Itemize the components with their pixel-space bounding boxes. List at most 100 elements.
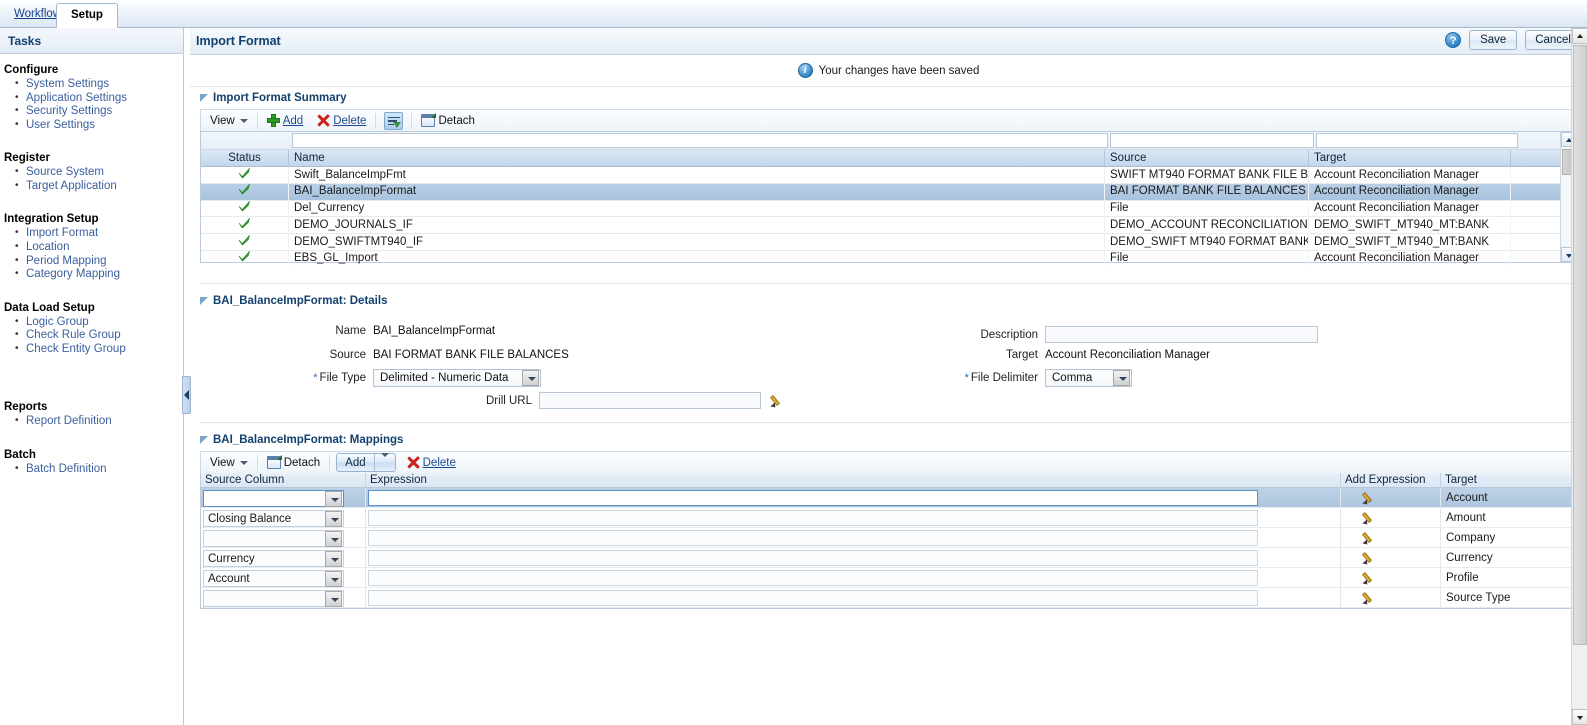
save-button[interactable]: Save — [1469, 30, 1518, 50]
expression-input[interactable] — [368, 550, 1258, 566]
column-header-source[interactable]: Source — [1105, 149, 1309, 167]
mappings-view-menu[interactable]: View — [203, 453, 255, 473]
cell-expression[interactable] — [366, 488, 1341, 508]
table-row[interactable]: BAI_BalanceImpFormat BAI FORMAT BANK FIL… — [201, 183, 1576, 201]
sidebar-item-location[interactable]: Location — [26, 241, 69, 253]
cell-expression[interactable] — [366, 508, 1341, 528]
table-row[interactable]: Account Profile — [201, 568, 1576, 588]
table-row[interactable]: Swift_BalanceImpFmt SWIFT MT940 FORMAT B… — [201, 167, 1576, 184]
filter-cell-name[interactable] — [292, 132, 1108, 149]
source-column-select[interactable] — [203, 530, 344, 547]
page-scroll-down-button[interactable] — [1572, 709, 1587, 725]
sidebar-item-security-settings[interactable]: Security Settings — [26, 105, 112, 117]
filter-cell-source[interactable] — [1110, 132, 1314, 149]
sidebar-item-target-application[interactable]: Target Application — [26, 180, 117, 192]
summary-delete-button[interactable]: Delete — [310, 111, 373, 131]
edit-pencil-icon[interactable] — [1361, 491, 1377, 506]
column-header-source-column[interactable]: Source Column — [201, 472, 366, 488]
table-row[interactable]: Del_Currency File Account Reconciliation… — [201, 200, 1576, 218]
cell-source-column[interactable]: Account — [201, 568, 366, 588]
sidebar-item-batch-definition[interactable]: Batch Definition — [26, 463, 107, 475]
column-header-name[interactable]: Name — [289, 149, 1105, 167]
cell-source-column[interactable] — [201, 488, 366, 508]
table-row[interactable]: Currency Currency — [201, 548, 1576, 568]
source-column-select[interactable]: Account — [203, 570, 344, 587]
table-row[interactable]: EBS_GL_Import File Account Reconciliatio… — [201, 250, 1576, 265]
cell-add-expression[interactable] — [1341, 488, 1441, 507]
disclosure-triangle-icon[interactable] — [200, 94, 208, 102]
cell-add-expression[interactable] — [1341, 588, 1441, 607]
edit-pencil-icon[interactable] — [1361, 551, 1377, 566]
table-row[interactable]: Source Type — [201, 588, 1576, 608]
sidebar-item-check-rule-group[interactable]: Check Rule Group — [26, 329, 121, 341]
cell-expression[interactable] — [366, 548, 1341, 568]
column-header-add-expression[interactable]: Add Expression — [1341, 472, 1441, 488]
cell-add-expression[interactable] — [1341, 508, 1441, 527]
chevron-down-icon[interactable] — [375, 452, 395, 469]
chevron-down-icon[interactable] — [325, 570, 342, 587]
chevron-down-icon[interactable] — [325, 510, 342, 527]
source-column-select[interactable] — [203, 590, 344, 607]
cell-expression[interactable] — [366, 528, 1341, 548]
cell-source-column[interactable] — [201, 588, 366, 608]
table-row[interactable]: Company — [201, 528, 1576, 548]
expression-input[interactable] — [368, 490, 1258, 506]
filter-input-source[interactable] — [1110, 132, 1314, 148]
sidebar-item-period-mapping[interactable]: Period Mapping — [26, 255, 107, 267]
tab-setup[interactable]: Setup — [56, 3, 118, 28]
sidebar-item-logic-group[interactable]: Logic Group — [26, 316, 89, 328]
expression-input[interactable] — [368, 590, 1258, 606]
edit-pencil-icon[interactable] — [1361, 511, 1377, 526]
cell-expression[interactable] — [366, 568, 1341, 588]
sidebar-item-check-entity-group[interactable]: Check Entity Group — [26, 343, 126, 355]
page-vertical-scrollbar[interactable] — [1571, 28, 1587, 725]
sidebar-item-user-settings[interactable]: User Settings — [26, 119, 95, 131]
filter-input-target[interactable] — [1316, 132, 1518, 148]
table-row[interactable]: Account — [201, 488, 1576, 508]
expression-input[interactable] — [368, 510, 1258, 526]
edit-pencil-icon[interactable] — [1361, 591, 1377, 606]
column-header-status[interactable]: Status — [201, 149, 289, 167]
sidebar-item-report-definition[interactable]: Report Definition — [26, 415, 112, 427]
table-row[interactable]: DEMO_SWIFTMT940_IF DEMO_SWIFT MT940 FORM… — [201, 233, 1576, 251]
source-column-select[interactable] — [203, 490, 344, 507]
mappings-detach-button[interactable]: Detach — [260, 453, 327, 473]
cell-source-column[interactable]: Currency — [201, 548, 366, 568]
cell-add-expression[interactable] — [1341, 528, 1441, 547]
cell-source-column[interactable] — [201, 528, 366, 548]
chevron-down-icon[interactable] — [325, 590, 342, 607]
summary-filter-button[interactable] — [378, 111, 409, 131]
edit-pencil-icon[interactable] — [1361, 531, 1377, 546]
column-header-target[interactable]: Target — [1441, 473, 1558, 488]
file-delimiter-select[interactable]: Comma — [1045, 369, 1132, 387]
cell-add-expression[interactable] — [1341, 548, 1441, 567]
sidebar-item-import-format[interactable]: Import Format — [26, 227, 98, 239]
summary-view-menu[interactable]: View — [203, 111, 255, 131]
source-column-select[interactable]: Currency — [203, 550, 344, 567]
table-row[interactable]: Closing Balance Amount — [201, 508, 1576, 528]
column-header-expression[interactable]: Expression — [366, 472, 1341, 488]
edit-pencil-icon[interactable] — [1361, 571, 1377, 586]
mappings-delete-button[interactable]: Delete — [400, 453, 463, 473]
filter-input-name[interactable] — [292, 132, 1108, 148]
chevron-down-icon[interactable] — [325, 490, 342, 507]
mappings-add-button[interactable]: Add — [336, 452, 396, 472]
column-header-target[interactable]: Target — [1309, 149, 1511, 167]
description-input[interactable] — [1045, 326, 1318, 343]
sidebar-item-source-system[interactable]: Source System — [26, 166, 104, 178]
sidebar-collapse-handle[interactable] — [182, 376, 191, 414]
sidebar-item-category-mapping[interactable]: Category Mapping — [26, 268, 120, 280]
chevron-down-icon[interactable] — [325, 530, 342, 547]
chevron-down-icon[interactable] — [522, 370, 539, 386]
edit-pencil-icon[interactable] — [769, 394, 785, 409]
chevron-down-icon[interactable] — [325, 550, 342, 567]
source-column-select[interactable]: Closing Balance — [203, 510, 344, 527]
summary-detach-button[interactable]: Detach — [414, 111, 481, 131]
page-scrollbar-thumb[interactable] — [1573, 45, 1587, 645]
drill-url-input[interactable] — [539, 392, 761, 409]
help-icon[interactable]: ? — [1445, 32, 1462, 48]
cell-add-expression[interactable] — [1341, 568, 1441, 587]
file-type-select[interactable]: Delimited - Numeric Data — [373, 369, 541, 387]
chevron-down-icon[interactable] — [1113, 370, 1130, 386]
sidebar-item-application-settings[interactable]: Application Settings — [26, 92, 127, 104]
